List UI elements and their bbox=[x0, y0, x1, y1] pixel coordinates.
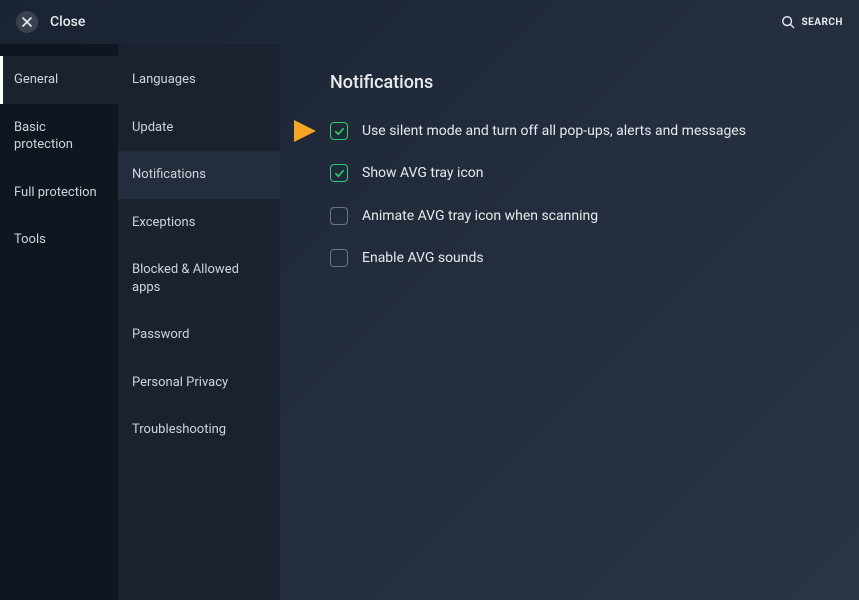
content-panel: Notifications Use silent mode and turn o… bbox=[280, 44, 859, 600]
checkmark-icon bbox=[334, 168, 345, 179]
page-title: Notifications bbox=[330, 72, 823, 93]
checkmark-icon bbox=[334, 126, 345, 137]
checkbox[interactable] bbox=[330, 207, 348, 225]
close-label[interactable]: Close bbox=[50, 14, 85, 30]
header-left: Close bbox=[16, 11, 85, 33]
sidebar1-item-tools[interactable]: Tools bbox=[0, 216, 118, 264]
option-use-silent-mode-and-turn-off-all-pop-ups-alerts-and-messages[interactable]: Use silent mode and turn off all pop-ups… bbox=[330, 121, 823, 141]
sidebar2-item-personal-privacy[interactable]: Personal Privacy bbox=[118, 359, 280, 407]
option-enable-avg-sounds[interactable]: Enable AVG sounds bbox=[330, 248, 823, 268]
option-label: Animate AVG tray icon when scanning bbox=[362, 206, 598, 226]
option-label: Show AVG tray icon bbox=[362, 163, 483, 183]
sidebar1-item-basic-protection[interactable]: Basic protection bbox=[0, 104, 118, 169]
sidebar2-item-blocked-allowed-apps[interactable]: Blocked & Allowed apps bbox=[118, 246, 280, 311]
sidebar2-item-troubleshooting[interactable]: Troubleshooting bbox=[118, 406, 280, 454]
sidebar2-item-update[interactable]: Update bbox=[118, 104, 280, 152]
sidebar-secondary: LanguagesUpdateNotificationsExceptionsBl… bbox=[118, 44, 280, 600]
search-icon bbox=[781, 15, 795, 29]
close-icon bbox=[22, 17, 32, 27]
option-show-avg-tray-icon[interactable]: Show AVG tray icon bbox=[330, 163, 823, 183]
header: Close SEARCH bbox=[0, 0, 859, 44]
sidebar-primary: GeneralBasic protectionFull protectionTo… bbox=[0, 44, 118, 600]
search-button[interactable]: SEARCH bbox=[781, 15, 843, 29]
pointer-icon bbox=[294, 120, 316, 142]
checkbox[interactable] bbox=[330, 164, 348, 182]
checkbox[interactable] bbox=[330, 122, 348, 140]
checkbox[interactable] bbox=[330, 249, 348, 267]
option-label: Use silent mode and turn off all pop-ups… bbox=[362, 121, 746, 141]
sidebar1-item-general[interactable]: General bbox=[0, 56, 118, 104]
sidebar2-item-notifications[interactable]: Notifications bbox=[118, 151, 280, 199]
sidebar1-item-full-protection[interactable]: Full protection bbox=[0, 169, 118, 217]
options-list: Use silent mode and turn off all pop-ups… bbox=[330, 121, 823, 268]
close-button[interactable] bbox=[16, 11, 38, 33]
sidebar2-item-exceptions[interactable]: Exceptions bbox=[118, 199, 280, 247]
body: GeneralBasic protectionFull protectionTo… bbox=[0, 44, 859, 600]
sidebar2-item-languages[interactable]: Languages bbox=[118, 56, 280, 104]
sidebar2-item-password[interactable]: Password bbox=[118, 311, 280, 359]
option-label: Enable AVG sounds bbox=[362, 248, 484, 268]
option-animate-avg-tray-icon-when-scanning[interactable]: Animate AVG tray icon when scanning bbox=[330, 206, 823, 226]
search-label: SEARCH bbox=[801, 17, 843, 28]
